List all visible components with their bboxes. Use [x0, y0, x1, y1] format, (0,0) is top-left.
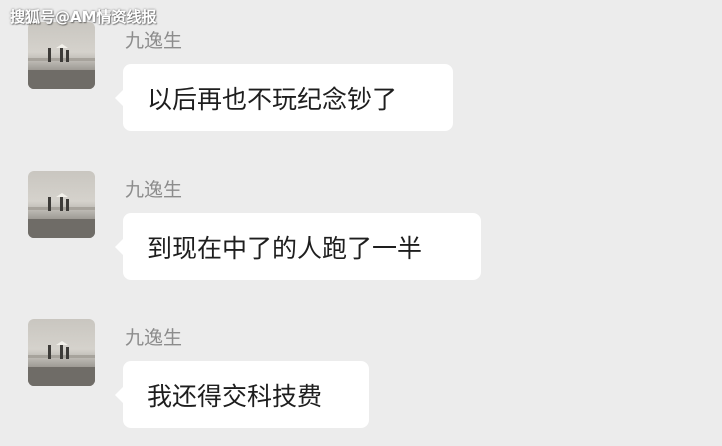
- message-text: 我还得交科技费: [147, 381, 323, 411]
- avatar-beach-figures-icon: [28, 193, 95, 238]
- avatar-beach-figures-icon: [28, 44, 95, 89]
- message-bubble[interactable]: 以后再也不玩纪念钞了: [115, 64, 453, 131]
- chat-message: 九逸生 以后再也不玩纪念钞了: [28, 22, 708, 142]
- avatar[interactable]: [28, 171, 95, 238]
- chat-message: 九逸生 到现在中了的人跑了一半: [28, 171, 708, 291]
- watermark-text: 搜狐号@AM情资线报: [10, 8, 157, 26]
- message-bubble[interactable]: 我还得交科技费: [115, 361, 369, 428]
- sender-name: 九逸生: [125, 179, 183, 201]
- message-bubble[interactable]: 到现在中了的人跑了一半: [115, 213, 481, 280]
- avatar-beach-figures-icon: [28, 341, 95, 386]
- sender-name: 九逸生: [125, 30, 183, 52]
- avatar[interactable]: [28, 22, 95, 89]
- chat-message: 九逸生 我还得交科技费: [28, 319, 708, 439]
- sender-name: 九逸生: [125, 327, 183, 349]
- message-text: 以后再也不玩纪念钞了: [147, 84, 398, 114]
- message-text: 到现在中了的人跑了一半: [147, 233, 423, 263]
- avatar[interactable]: [28, 319, 95, 386]
